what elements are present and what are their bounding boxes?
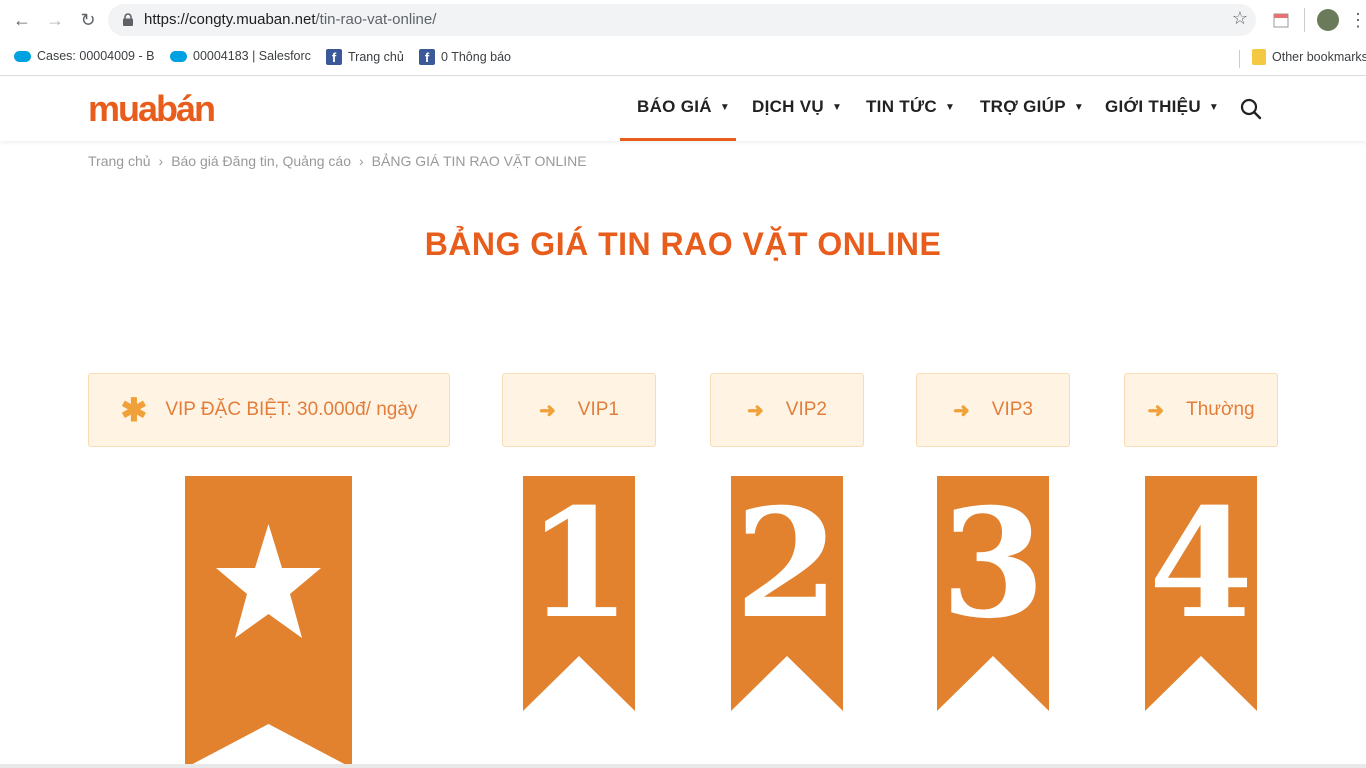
bookmark-item[interactable]: f0 Thông báo bbox=[419, 49, 511, 65]
arrow-right-icon: ➜ bbox=[747, 399, 764, 422]
menu-kebab-icon[interactable]: ⋮ bbox=[1349, 8, 1366, 32]
nav-item-dich-vu[interactable]: DỊCH VỤ ▼ bbox=[752, 97, 842, 117]
search-icon[interactable] bbox=[1240, 98, 1262, 120]
badge-number-4: 4 bbox=[1148, 476, 1254, 652]
profile-avatar[interactable] bbox=[1316, 8, 1340, 32]
address-bar[interactable]: https://congty.muaban.net/tin-rao-vat-on… bbox=[108, 4, 1256, 36]
nav-item-tro-giup[interactable]: TRỢ GIÚP ▼ bbox=[980, 97, 1084, 117]
tier-vip2[interactable]: ➜ VIP2 bbox=[710, 373, 864, 447]
folder-icon bbox=[1252, 49, 1266, 65]
page-title: BẢNG GIÁ TIN RAO VẶT ONLINE bbox=[424, 226, 942, 262]
chevron-down-icon: ▼ bbox=[719, 101, 731, 113]
breadcrumb-current: BẢNG GIÁ TIN RAO VẶT ONLINE bbox=[371, 153, 587, 169]
page-bottom-edge bbox=[0, 764, 1366, 768]
browser-toolbar: ← → ↻ https://congty.muaban.net/tin-rao-… bbox=[0, 0, 1366, 40]
asterisk-icon: ✱ bbox=[120, 392, 148, 428]
nav-item-tin-tuc[interactable]: TIN TỨC ▼ bbox=[866, 97, 955, 117]
badge-number-1: 1 bbox=[526, 476, 632, 652]
bookmarks-bar: Cases: 00004009 - Bả 00004183 | Salesfor… bbox=[0, 40, 1366, 76]
badge-number-2: 2 bbox=[734, 476, 840, 652]
url-text: https://congty.muaban.net/tin-rao-vat-on… bbox=[144, 11, 437, 28]
toolbar-divider bbox=[1304, 8, 1305, 32]
forward-arrow-icon[interactable]: → bbox=[43, 8, 67, 32]
site-header: muabán BÁO GIÁ ▼ DỊCH VỤ ▼ TIN TỨC ▼ TRỢ GI… bbox=[0, 77, 1366, 141]
tier-thuong[interactable]: ➜ Thường bbox=[1124, 373, 1278, 447]
badge-number-3: 3 bbox=[940, 476, 1046, 652]
facebook-icon: f bbox=[326, 49, 342, 65]
breadcrumb-parent[interactable]: Báo giá Đăng tin, Quảng cáo bbox=[171, 153, 351, 169]
chevron-down-icon: ▼ bbox=[1208, 101, 1220, 113]
bookmarks-divider bbox=[1239, 50, 1240, 68]
tier-vip-special[interactable]: ✱ VIP ĐẶC BIỆT: 30.000đ/ ngày bbox=[88, 373, 450, 447]
active-nav-indicator bbox=[620, 138, 736, 141]
site-logo[interactable]: muabán bbox=[88, 91, 216, 127]
breadcrumb: Trang chủ › Báo giá Đăng tin, Quảng cáo › BẢ… bbox=[88, 153, 587, 169]
arrow-right-icon: ➜ bbox=[539, 399, 556, 422]
salesforce-icon bbox=[14, 50, 31, 62]
back-arrow-icon[interactable]: ← bbox=[10, 8, 34, 32]
bookmark-item[interactable]: 00004183 | Salesforce bbox=[170, 49, 311, 63]
chevron-down-icon: ▼ bbox=[944, 101, 956, 113]
calendar-extension-icon[interactable] bbox=[1270, 8, 1292, 32]
other-bookmarks[interactable]: Other bookmarks bbox=[1252, 49, 1366, 65]
chevron-down-icon: ▼ bbox=[1073, 101, 1085, 113]
tier-vip1[interactable]: ➜ VIP1 bbox=[502, 373, 656, 447]
ribbon-star-badge bbox=[185, 476, 352, 768]
arrow-right-icon: ➜ bbox=[953, 399, 970, 422]
nav-item-bao-gia[interactable]: BÁO GIÁ ▼ bbox=[637, 97, 730, 117]
arrow-right-icon: ➜ bbox=[1147, 399, 1165, 422]
breadcrumb-home[interactable]: Trang chủ bbox=[88, 153, 151, 169]
bookmark-item[interactable]: Cases: 00004009 - Bả bbox=[14, 49, 155, 63]
facebook-icon: f bbox=[419, 49, 435, 65]
chevron-down-icon: ▼ bbox=[832, 101, 843, 113]
reload-icon[interactable]: ↻ bbox=[76, 8, 100, 32]
bookmark-star-icon[interactable]: ☆ bbox=[1232, 8, 1248, 29]
bookmark-item[interactable]: f Trang chủ bbox=[326, 49, 404, 65]
salesforce-icon bbox=[170, 50, 187, 62]
nav-item-gioi-thieu[interactable]: GIỚI THIỆU ▼ bbox=[1105, 97, 1219, 117]
lock-icon bbox=[123, 13, 133, 26]
tier-vip3[interactable]: ➜ VIP3 bbox=[916, 373, 1070, 447]
